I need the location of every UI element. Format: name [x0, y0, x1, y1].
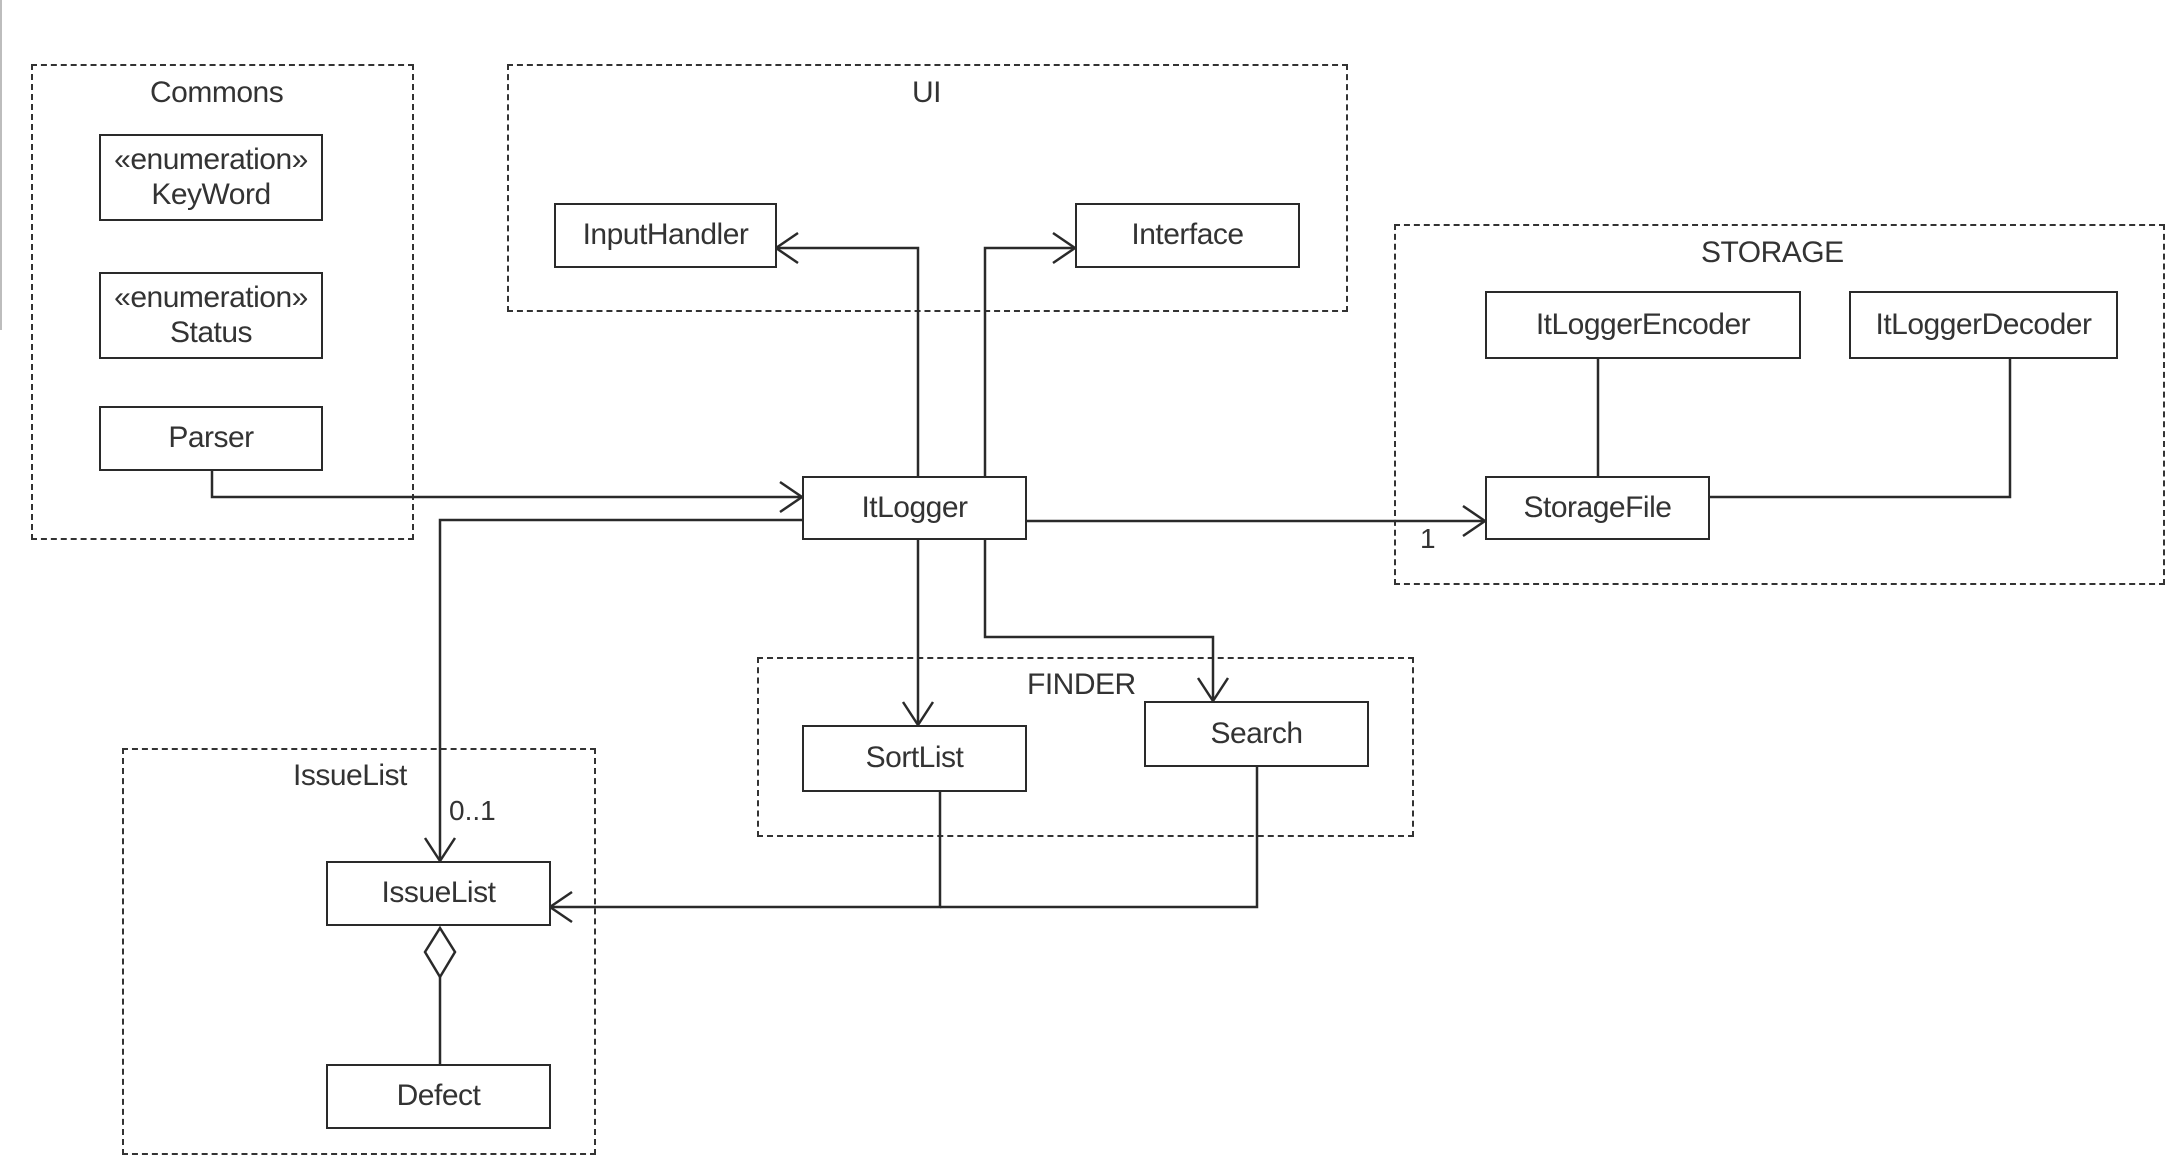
class-name: Parser — [168, 421, 254, 455]
class-keyword[interactable]: «enumeration» KeyWord — [99, 134, 323, 221]
class-name: ItLoggerDecoder — [1875, 307, 2092, 341]
edge-itlogger-search — [983, 539, 1215, 701]
class-status[interactable]: «enumeration» Status — [99, 272, 323, 359]
class-itloggerencoder[interactable]: ItLoggerEncoder — [1485, 291, 1801, 359]
class-name: IssueList — [381, 876, 496, 910]
class-name: Search — [1210, 716, 1303, 750]
class-sortlist[interactable]: SortList — [802, 725, 1027, 792]
class-name: Interface — [1131, 218, 1244, 252]
class-interface[interactable]: Interface — [1075, 203, 1300, 268]
edge-sortlist-issuelist — [550, 791, 942, 909]
class-itlogger[interactable]: ItLogger — [802, 476, 1027, 540]
class-name: StorageFile — [1523, 490, 1672, 524]
aggregation-diamond — [423, 925, 457, 980]
stereotype-label: «enumeration» — [114, 281, 308, 314]
multiplicity-storagefile: 1 — [1420, 523, 1436, 554]
class-inputhandler[interactable]: InputHandler — [554, 203, 777, 268]
class-name: InputHandler — [582, 218, 749, 252]
class-search[interactable]: Search — [1144, 701, 1369, 767]
edge-parser-itlogger — [210, 470, 802, 499]
class-name: Defect — [396, 1079, 481, 1113]
class-name: Status — [169, 315, 253, 349]
edge-itlogger-inputhandler — [776, 246, 920, 476]
class-name: ItLoggerEncoder — [1535, 307, 1751, 341]
edge-decoder-storagefile — [1709, 358, 2012, 499]
class-parser[interactable]: Parser — [99, 406, 323, 471]
class-storagefile[interactable]: StorageFile — [1485, 476, 1710, 540]
class-name: KeyWord — [151, 177, 271, 211]
class-defect[interactable]: Defect — [326, 1064, 551, 1129]
edge-itlogger-interface — [983, 246, 1075, 476]
class-itloggerdecoder[interactable]: ItLoggerDecoder — [1849, 291, 2118, 359]
stereotype-label: «enumeration» — [114, 143, 308, 176]
class-name: SortList — [865, 741, 964, 775]
connectors — [210, 231, 2012, 1064]
multiplicity-issuelist: 0..1 — [449, 795, 496, 826]
class-issuelist[interactable]: IssueList — [326, 861, 551, 926]
class-name: ItLogger — [861, 490, 968, 524]
